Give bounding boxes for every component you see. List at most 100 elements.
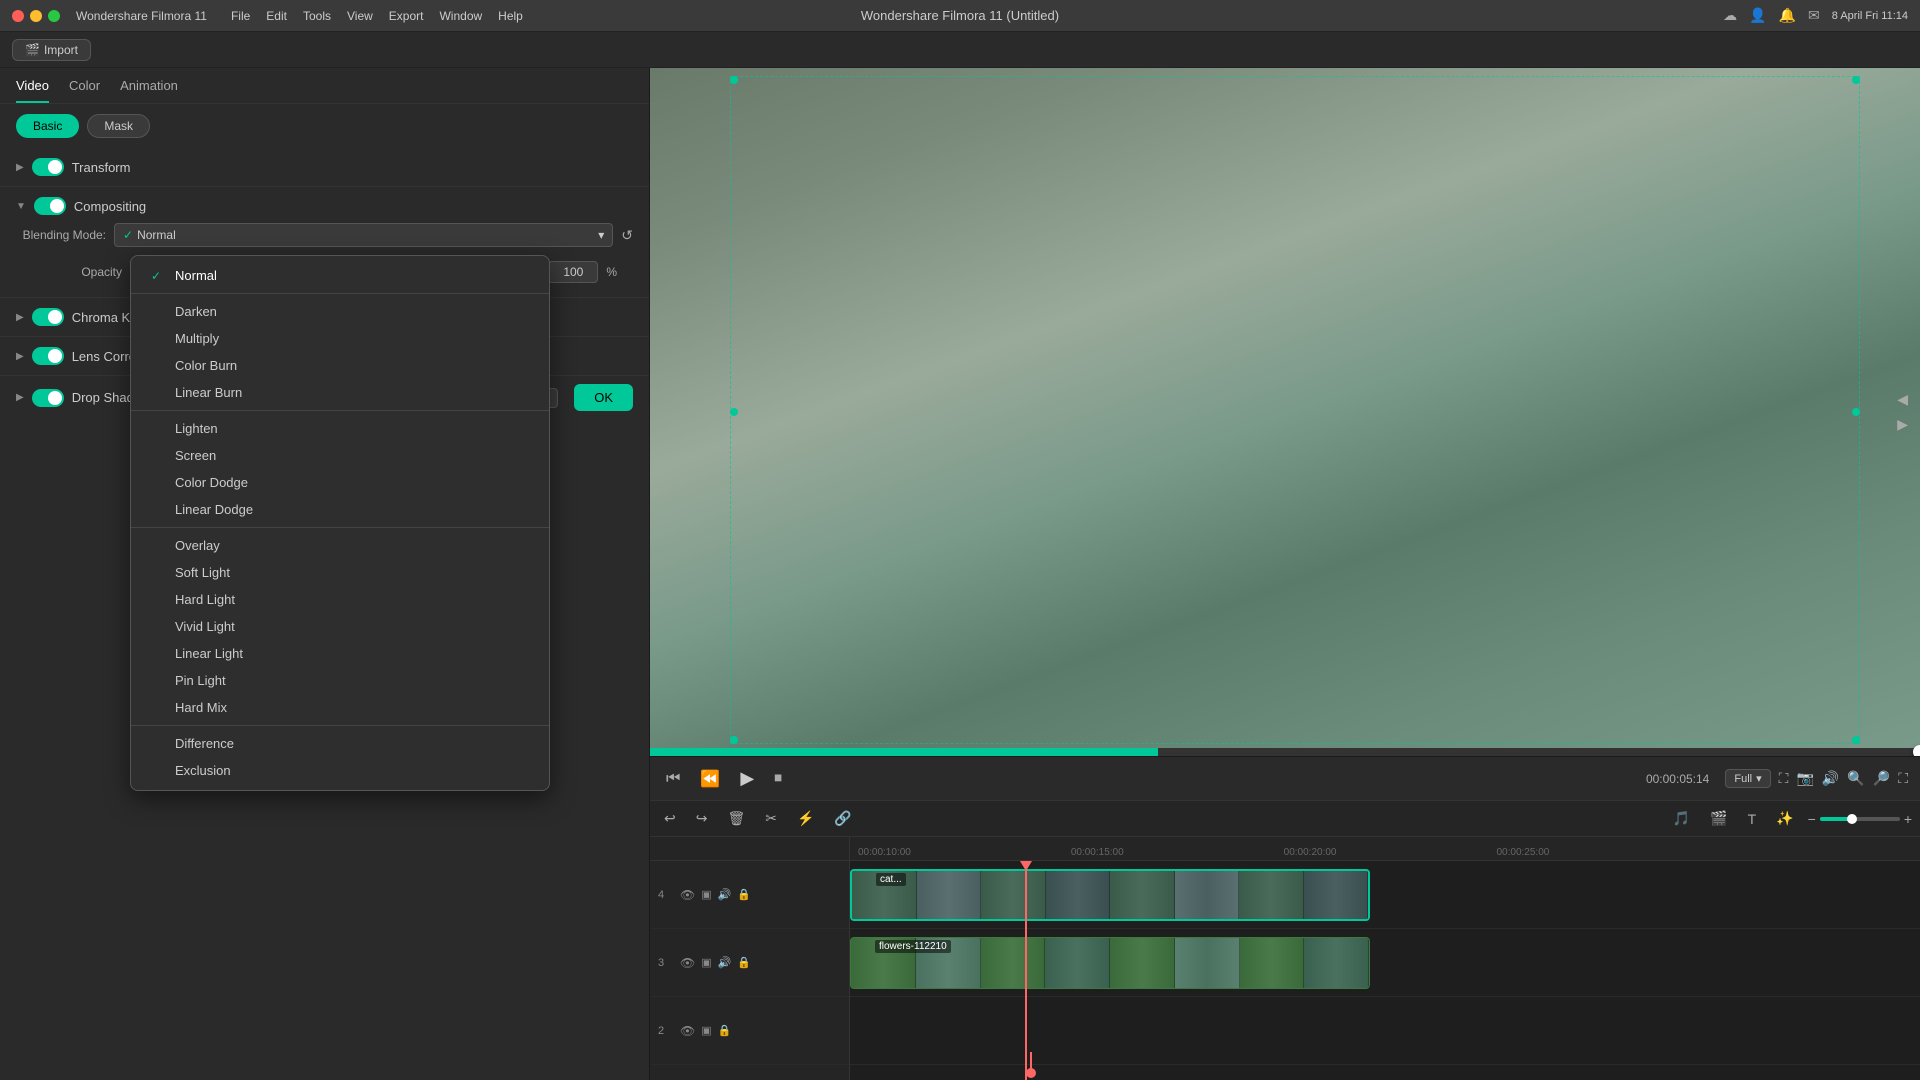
track-visibility-icon-3[interactable]: 👁: [680, 956, 695, 970]
transform-toggle[interactable]: [32, 158, 64, 176]
quality-dropdown[interactable]: Full ▾: [1725, 769, 1770, 788]
track-lock-icon-3[interactable]: 🔒: [737, 956, 751, 969]
blend-option-exclusion[interactable]: Exclusion: [131, 757, 549, 784]
blending-mode-dropdown[interactable]: ✓ Normal ▾: [114, 223, 613, 247]
tab-color[interactable]: Color: [69, 78, 100, 103]
tab-animation[interactable]: Animation: [120, 78, 178, 103]
menu-export[interactable]: Export: [389, 9, 424, 23]
maximize-button[interactable]: [48, 10, 60, 22]
track-clip-cat[interactable]: cat...: [850, 869, 1370, 921]
blend-option-darken[interactable]: Darken: [131, 298, 549, 325]
transform-arrow[interactable]: ▶: [16, 162, 24, 173]
blend-option-lighten[interactable]: Lighten: [131, 415, 549, 442]
zoom-minus-icon[interactable]: 🔍: [1847, 770, 1864, 787]
blend-option-hard-light[interactable]: Hard Light: [131, 586, 549, 613]
play-button[interactable]: ▶: [736, 764, 758, 793]
redo-tool[interactable]: ↪: [690, 806, 714, 831]
chroma-key-toggle[interactable]: [32, 308, 64, 326]
zoom-in-icon[interactable]: +: [1904, 811, 1912, 827]
menu-help[interactable]: Help: [498, 9, 523, 23]
fullscreen-icon[interactable]: ⛶: [1898, 770, 1908, 787]
blend-option-multiply[interactable]: Multiply: [131, 325, 549, 352]
blend-option-normal[interactable]: ✓ Normal: [131, 262, 549, 289]
track-lock-icon-2[interactable]: 🔒: [718, 1024, 732, 1037]
zoom-out-icon[interactable]: −: [1808, 811, 1816, 827]
opacity-value[interactable]: 100: [548, 261, 598, 283]
step-back-button[interactable]: ⏪: [696, 765, 724, 793]
prev-frame-button[interactable]: ⏮: [662, 766, 684, 792]
mid-handle-right[interactable]: [1852, 408, 1860, 416]
menu-tools[interactable]: Tools: [303, 9, 331, 23]
blend-option-soft-light[interactable]: Soft Light: [131, 559, 549, 586]
preview-scrubber[interactable]: [650, 748, 1920, 756]
chroma-key-arrow[interactable]: ▶: [16, 312, 24, 323]
drop-shadow-arrow[interactable]: ▶: [16, 392, 24, 403]
menu-edit[interactable]: Edit: [266, 9, 287, 23]
split-tool[interactable]: ⚡: [791, 806, 820, 831]
subtab-mask[interactable]: Mask: [87, 114, 150, 138]
track-visibility-icon-4[interactable]: 👁: [680, 888, 695, 902]
fit-screen-icon[interactable]: ⛶: [1779, 770, 1789, 787]
corner-handle-bl[interactable]: [730, 736, 738, 744]
blend-option-color-dodge[interactable]: Color Dodge: [131, 469, 549, 496]
blend-option-pin-light[interactable]: Pin Light: [131, 667, 549, 694]
lens-correct-arrow[interactable]: ▶: [16, 351, 24, 362]
minimize-button[interactable]: [30, 10, 42, 22]
ok-button[interactable]: OK: [574, 384, 633, 411]
mid-handle-left[interactable]: [730, 408, 738, 416]
corner-handle-tr[interactable]: [1852, 76, 1860, 84]
add-video-tool[interactable]: 🎬: [1704, 806, 1733, 831]
traffic-lights[interactable]: [12, 10, 60, 22]
zoom-thumb[interactable]: [1847, 814, 1857, 824]
cloud-icon[interactable]: ☁: [1723, 7, 1737, 24]
corner-handle-tl[interactable]: [730, 76, 738, 84]
add-audio-tool[interactable]: 🎵: [1667, 806, 1696, 831]
corner-handle-br[interactable]: [1852, 736, 1860, 744]
blend-option-color-burn[interactable]: Color Burn: [131, 352, 549, 379]
audio-icon[interactable]: 🔊: [1822, 770, 1839, 787]
notification-icon[interactable]: 🔔: [1779, 7, 1796, 24]
zoom-slider[interactable]: [1820, 817, 1900, 821]
cut-tool[interactable]: ✂: [759, 806, 783, 831]
track-visibility-icon-2[interactable]: 👁: [680, 1024, 695, 1038]
scrubber-thumb[interactable]: [1913, 745, 1920, 756]
blend-option-linear-dodge[interactable]: Linear Dodge: [131, 496, 549, 523]
zoom-plus-icon[interactable]: 🔎: [1873, 770, 1890, 787]
add-effect-tool[interactable]: ✨: [1770, 806, 1799, 831]
close-button[interactable]: [12, 10, 24, 22]
track-audio-icon-4[interactable]: 🔊: [718, 888, 732, 901]
compositing-toggle[interactable]: [34, 197, 66, 215]
subtab-basic[interactable]: Basic: [16, 114, 79, 138]
blend-option-hard-mix[interactable]: Hard Mix: [131, 694, 549, 721]
blend-option-linear-burn[interactable]: Linear Burn: [131, 379, 549, 406]
tab-video[interactable]: Video: [16, 78, 49, 103]
preview-icon-1[interactable]: ◀: [1897, 391, 1908, 408]
menu-view[interactable]: View: [347, 9, 373, 23]
add-text-tool[interactable]: T: [1742, 807, 1763, 831]
track-lock-icon-4[interactable]: 🔒: [737, 888, 751, 901]
track-clip-flowers[interactable]: flowers-112210: [850, 937, 1370, 989]
undo-tool[interactable]: ↩: [658, 806, 682, 831]
mail-icon[interactable]: ✉: [1808, 7, 1820, 24]
link-tool[interactable]: 🔗: [828, 806, 857, 831]
track-audio-icon-3[interactable]: 🔊: [718, 956, 732, 969]
menu-file[interactable]: File: [231, 9, 250, 23]
blend-option-vivid-light[interactable]: Vivid Light: [131, 613, 549, 640]
delete-tool[interactable]: 🗑: [721, 806, 751, 831]
playhead-time: [1030, 1052, 1032, 1072]
blend-option-overlay[interactable]: Overlay: [131, 532, 549, 559]
preview-icon-2[interactable]: ▶: [1897, 416, 1908, 433]
blend-option-screen[interactable]: Screen: [131, 442, 549, 469]
playhead[interactable]: [1025, 861, 1027, 1080]
reset-icon[interactable]: ↺: [621, 227, 633, 244]
account-icon[interactable]: 👤: [1749, 7, 1766, 24]
blend-option-linear-light[interactable]: Linear Light: [131, 640, 549, 667]
compositing-arrow[interactable]: ▼: [16, 201, 26, 212]
drop-shadow-toggle[interactable]: [32, 389, 64, 407]
lens-correct-toggle[interactable]: [32, 347, 64, 365]
import-button[interactable]: 🎬 Import: [12, 39, 91, 61]
snapshot-icon[interactable]: 📷: [1796, 770, 1813, 787]
stop-button[interactable]: ⏹: [770, 766, 786, 792]
menu-window[interactable]: Window: [439, 9, 482, 23]
blend-option-difference[interactable]: Difference: [131, 730, 549, 757]
